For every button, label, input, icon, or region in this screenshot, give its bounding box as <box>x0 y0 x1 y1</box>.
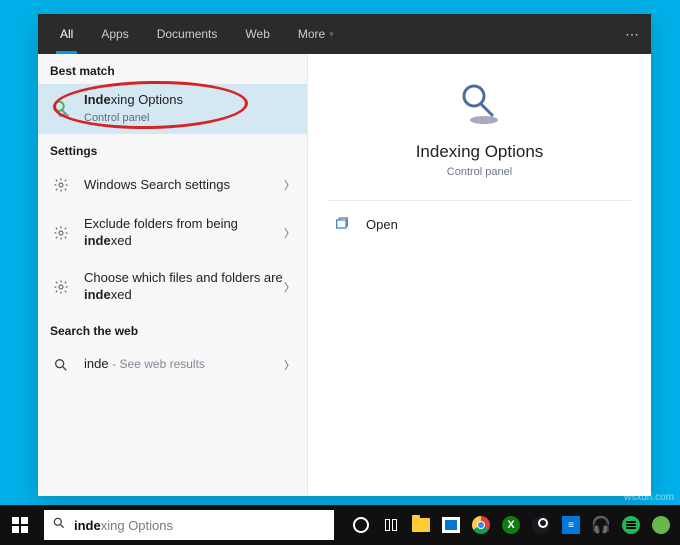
search-results-panel: All Apps Documents Web More ▾ ⋯ Best matc… <box>38 14 651 496</box>
watermark: wsxdn.com <box>624 492 674 503</box>
section-settings: Settings <box>38 134 307 164</box>
chevron-right-icon: 〉 <box>284 225 295 241</box>
gear-icon <box>50 222 72 244</box>
store-icon <box>442 517 460 533</box>
vscode-icon: ≡ <box>562 516 580 534</box>
indexing-options-icon <box>50 98 72 120</box>
steam-icon <box>532 516 550 534</box>
tab-label: Web <box>245 27 269 41</box>
more-options-icon[interactable]: ⋯ <box>625 26 639 43</box>
search-body: Best match Indexing Options Control pane… <box>38 54 651 496</box>
setting-label: Exclude folders from being indexed <box>84 216 284 250</box>
detail-actions: Open <box>328 200 631 247</box>
open-icon <box>332 213 352 235</box>
search-typed: indexing Options <box>74 518 173 533</box>
setting-choose-indexed[interactable]: Choose which files and folders are index… <box>38 260 307 314</box>
app-button[interactable] <box>646 505 676 545</box>
setting-windows-search[interactable]: Windows Search settings 〉 <box>38 164 307 206</box>
web-result[interactable]: inde - See web results 〉 <box>38 344 307 386</box>
chevron-down-icon: ▾ <box>329 29 334 40</box>
headset-button[interactable]: 🎧 <box>586 505 616 545</box>
green-circle-icon <box>652 516 670 534</box>
search-icon <box>52 516 66 535</box>
spotify-icon <box>622 516 640 534</box>
detail-subtitle: Control panel <box>447 166 512 178</box>
headset-icon: 🎧 <box>591 515 611 535</box>
best-match-result[interactable]: Indexing Options Control panel <box>38 84 307 134</box>
result-match-rest: xing Options <box>111 92 183 107</box>
action-open[interactable]: Open <box>328 201 631 247</box>
chevron-right-icon: 〉 <box>284 279 295 295</box>
detail-header: Indexing Options Control panel Open <box>308 54 651 247</box>
store-button[interactable] <box>436 505 466 545</box>
gear-icon <box>50 174 72 196</box>
task-view-button[interactable] <box>376 505 406 545</box>
taskbar-search-box[interactable]: indexing Options <box>44 510 334 540</box>
section-webresults: Search the web <box>38 314 307 344</box>
chevron-right-icon: 〉 <box>284 357 295 373</box>
folder-icon <box>412 518 430 532</box>
tab-all[interactable]: All <box>46 14 87 54</box>
taskbar: indexing Options X ≡ 🎧 <box>0 505 680 545</box>
tab-more[interactable]: More ▾ <box>284 14 348 54</box>
detail-app-icon <box>456 80 504 128</box>
setting-exclude-folders[interactable]: Exclude folders from being indexed 〉 <box>38 206 307 260</box>
detail-title: Indexing Options <box>416 142 544 162</box>
tab-label: Apps <box>101 27 128 41</box>
tab-label: All <box>60 27 73 41</box>
taskbar-apps: X ≡ 🎧 <box>346 505 676 545</box>
taskview-icon <box>385 519 397 531</box>
chevron-right-icon: 〉 <box>284 177 295 193</box>
file-explorer-button[interactable] <box>406 505 436 545</box>
result-text: Indexing Options Control panel <box>84 92 295 126</box>
web-result-text: inde - See web results <box>84 356 284 373</box>
tab-documents[interactable]: Documents <box>143 14 232 54</box>
tab-web[interactable]: Web <box>231 14 283 54</box>
setting-label: Choose which files and folders are index… <box>84 270 284 304</box>
spotify-button[interactable] <box>616 505 646 545</box>
detail-pane: Indexing Options Control panel Open <box>308 54 651 496</box>
chrome-button[interactable] <box>466 505 496 545</box>
search-icon <box>50 354 72 376</box>
cortana-button[interactable] <box>346 505 376 545</box>
tab-apps[interactable]: Apps <box>87 14 142 54</box>
xbox-button[interactable]: X <box>496 505 526 545</box>
tabs-right-controls: ⋯ <box>603 26 651 43</box>
xbox-icon: X <box>502 516 520 534</box>
tab-label: More <box>298 27 325 41</box>
search-tabs: All Apps Documents Web More ▾ ⋯ <box>38 14 651 54</box>
cortana-icon <box>353 517 369 533</box>
result-subtitle: Control panel <box>84 112 149 124</box>
chrome-icon <box>472 516 490 534</box>
setting-label: Windows Search settings <box>84 177 284 194</box>
vscode-button[interactable]: ≡ <box>556 505 586 545</box>
tab-label: Documents <box>157 27 218 41</box>
steam-button[interactable] <box>526 505 556 545</box>
result-match-bold: Inde <box>84 92 111 107</box>
gear-icon <box>50 276 72 298</box>
results-list: Best match Indexing Options Control pane… <box>38 54 308 496</box>
section-best-match: Best match <box>38 54 307 84</box>
start-button[interactable] <box>0 505 40 545</box>
action-label: Open <box>366 217 398 232</box>
